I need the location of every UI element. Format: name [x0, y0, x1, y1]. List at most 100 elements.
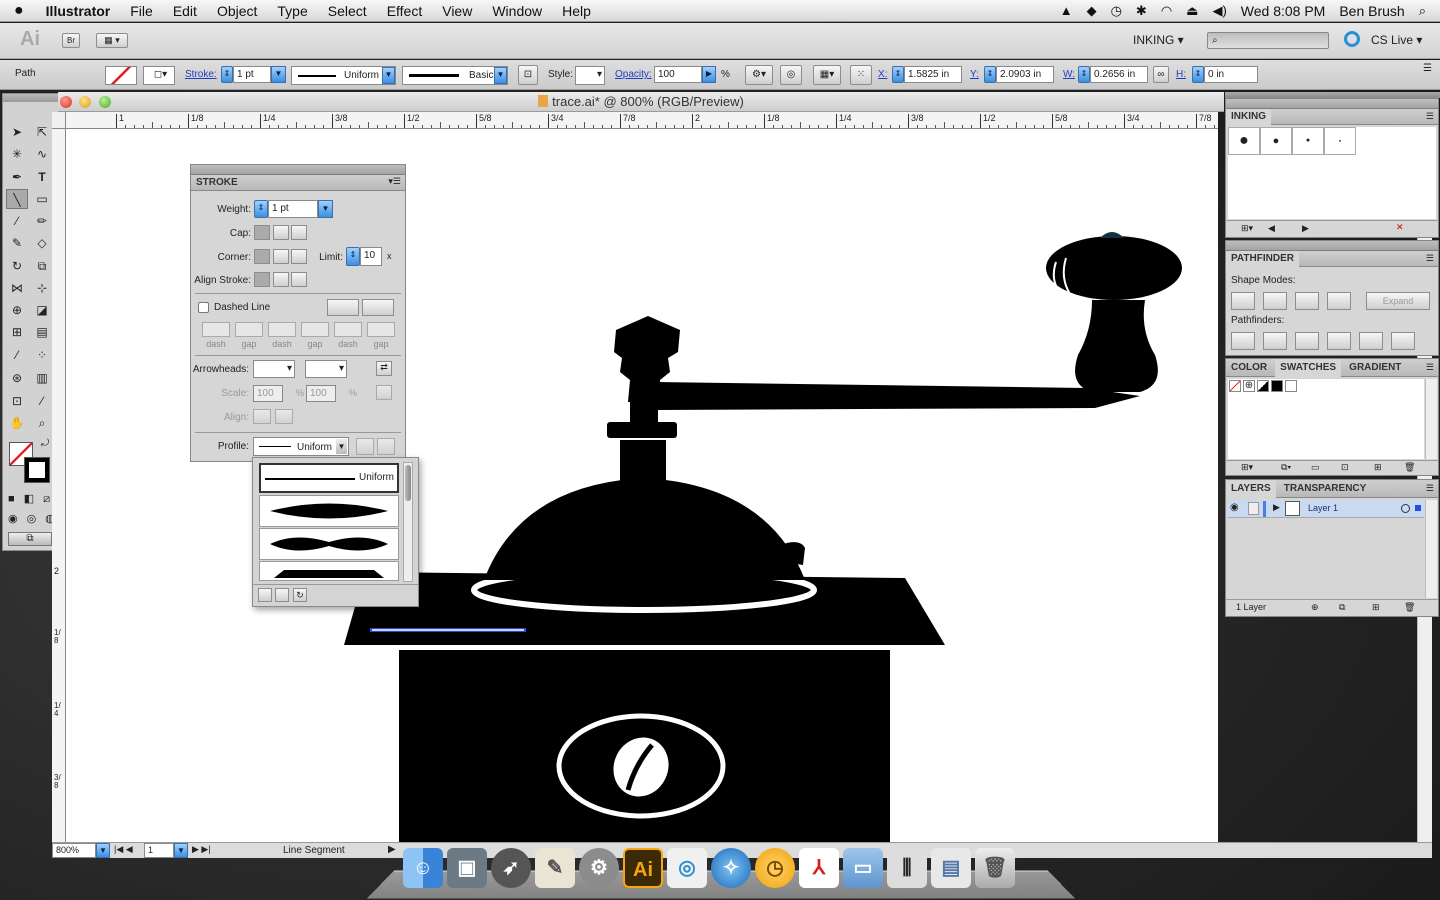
new-sublayer-icon[interactable]: ⊞ [1372, 602, 1380, 613]
clock[interactable]: Wed 8:08 PM [1234, 3, 1333, 19]
stroke-weight-input[interactable]: 1 pt [233, 66, 271, 83]
stroke-panel-grip[interactable] [191, 165, 405, 175]
swatch-black[interactable] [1271, 380, 1283, 392]
divide-button[interactable] [1231, 332, 1255, 350]
crop-button[interactable] [1327, 332, 1351, 350]
paintbrush-tool-icon[interactable]: ⁄ [6, 211, 28, 231]
chrome-icon[interactable]: ◎ [667, 848, 707, 888]
audio-mixer-icon[interactable]: ⫼ [887, 848, 927, 888]
delete-profile-button[interactable] [275, 588, 289, 602]
pathfinder-panel-menu-icon[interactable]: ☰ [1426, 253, 1434, 264]
arrow-tip-beyond-button[interactable] [253, 409, 271, 424]
symbol-sprayer-tool-icon[interactable]: ⊛ [6, 368, 28, 388]
user-name[interactable]: Ben Brush [1332, 3, 1411, 19]
constrain-proportions-icon[interactable]: ∞ [1153, 66, 1169, 83]
weight-stepper[interactable]: ⇕ [254, 200, 268, 218]
swatch-libraries-icon[interactable]: ⊞▾ [1241, 462, 1253, 473]
unite-button[interactable] [1231, 292, 1255, 310]
w-label[interactable]: W: [1063, 69, 1075, 80]
rectangle-tool-icon[interactable]: ▭ [31, 189, 53, 209]
swatch-options-icon[interactable]: ▭ [1311, 462, 1320, 473]
minimize-window-button[interactable] [79, 96, 91, 108]
artboard-number-input[interactable]: 1 [144, 843, 174, 858]
time-machine-icon[interactable]: ◷ [1104, 3, 1129, 19]
transform-reference-button[interactable]: ⁙ [850, 65, 872, 85]
save-profile-button[interactable] [258, 588, 272, 602]
exclude-button[interactable] [1327, 292, 1351, 310]
y-label[interactable]: Y: [970, 69, 979, 80]
folder-icon[interactable]: ▭ [843, 848, 883, 888]
line-segment-tool-icon[interactable]: ╲ [6, 189, 28, 209]
transparency-tab[interactable]: TRANSPARENCY [1279, 480, 1372, 498]
swatches-tab[interactable]: SWATCHES [1275, 359, 1342, 377]
gradient-tab[interactable]: GRADIENT [1344, 359, 1406, 377]
eject-icon[interactable]: ⏏ [1179, 3, 1205, 19]
round-cap-button[interactable] [273, 225, 289, 240]
x-input[interactable]: 1.5825 in [904, 66, 962, 83]
acrobat-icon[interactable]: ⅄ [799, 848, 839, 888]
stroke-label-link[interactable]: Stroke: [185, 69, 217, 80]
stroke-panel-menu-icon[interactable]: ▾☰ [388, 176, 401, 187]
control-panel-menu-icon[interactable]: ☰ [1423, 63, 1432, 74]
isolate-button[interactable]: ◎ [780, 65, 802, 85]
new-swatch-icon[interactable]: ⊞ [1374, 462, 1382, 473]
arrange-documents-button[interactable]: ▦ ▾ [96, 33, 128, 48]
pen-tool-icon[interactable]: ✒ [6, 167, 28, 187]
volume-icon[interactable]: ◀) [1205, 3, 1233, 19]
fill-swatch[interactable] [105, 66, 137, 85]
blob-brush-tool-icon[interactable]: ✎ [6, 233, 28, 253]
brush-options-button[interactable]: ⊡ [518, 65, 538, 85]
document-title-bar[interactable]: trace.ai* @ 800% (RGB/Preview) [58, 92, 1224, 112]
weight-dropdown[interactable]: ▼ [318, 200, 333, 218]
align-center-button[interactable] [254, 272, 270, 287]
align-outside-button[interactable] [291, 272, 307, 287]
close-window-button[interactable] [60, 96, 72, 108]
zoom-level-input[interactable]: 800% [52, 843, 96, 858]
app-menu[interactable]: Illustrator [36, 3, 121, 19]
expand-button[interactable]: Expand [1366, 292, 1430, 310]
dash-gap-input[interactable] [301, 322, 329, 337]
color-mode-icons[interactable]: ■ ◧ ⧄ [8, 492, 53, 506]
direct-selection-tool-icon[interactable]: ⇱ [31, 122, 53, 142]
reset-profiles-button[interactable]: ↻ [293, 588, 307, 602]
artboard-dropdown[interactable]: ▼ [174, 843, 188, 858]
inking-panel-menu-icon[interactable]: ☰ [1426, 111, 1434, 122]
spotlight-icon[interactable]: ⌕ [1412, 3, 1440, 19]
dash-exact-button[interactable] [327, 299, 359, 316]
inking-tab[interactable]: INKING [1226, 109, 1271, 125]
profile-option-2[interactable] [259, 495, 399, 527]
layers-tab[interactable]: LAYERS [1226, 480, 1276, 498]
brush-small[interactable]: ● [1292, 127, 1324, 155]
swatch-white[interactable] [1285, 380, 1297, 392]
opacity-label-link[interactable]: Opacity: [615, 69, 652, 80]
layer-visibility-eye-icon[interactable]: ◉ [1230, 502, 1239, 513]
delete-swatch-icon[interactable]: 🗑 [1404, 462, 1415, 473]
menu-select[interactable]: Select [318, 3, 377, 19]
show-swatch-kinds-icon[interactable]: ⧉▾ [1281, 462, 1291, 473]
opacity-input[interactable]: 100 [654, 66, 702, 83]
start-arrowhead-select[interactable]: ▾ [253, 360, 295, 378]
help-search-input[interactable]: ⌕ [1207, 32, 1329, 49]
free-transform-tool-icon[interactable]: ⊹ [31, 278, 53, 298]
illustrator-dock-icon[interactable]: Ai [623, 848, 663, 888]
menu-type[interactable]: Type [267, 3, 317, 19]
blend-tool-icon[interactable]: ⁘ [31, 345, 53, 365]
menu-window[interactable]: Window [482, 3, 552, 19]
minus-front-button[interactable] [1263, 292, 1287, 310]
butt-cap-button[interactable] [254, 225, 270, 240]
type-tool-icon[interactable]: T [31, 167, 53, 187]
layer-target-icon[interactable] [1401, 504, 1410, 513]
dash-gap-input[interactable] [235, 322, 263, 337]
start-scale-input[interactable]: 100 [253, 385, 283, 402]
swap-arrowheads-button[interactable]: ⇄ [376, 361, 392, 376]
dash-gap-input[interactable] [268, 322, 296, 337]
cs-live-menu[interactable]: CS Live ▾ [1371, 33, 1422, 47]
new-color-group-icon[interactable]: ⊡ [1341, 462, 1349, 473]
trash-icon[interactable]: 🗑 [975, 848, 1015, 888]
menu-object[interactable]: Object [207, 3, 267, 19]
preview-icon[interactable]: ▣ [447, 848, 487, 888]
dropbox-icon[interactable]: ◆ [1080, 3, 1104, 19]
zoom-window-button[interactable] [99, 96, 111, 108]
layer-row[interactable]: ◉ ▶ Layer 1 [1228, 500, 1424, 518]
launchpad-icon[interactable]: ➶ [491, 848, 531, 888]
